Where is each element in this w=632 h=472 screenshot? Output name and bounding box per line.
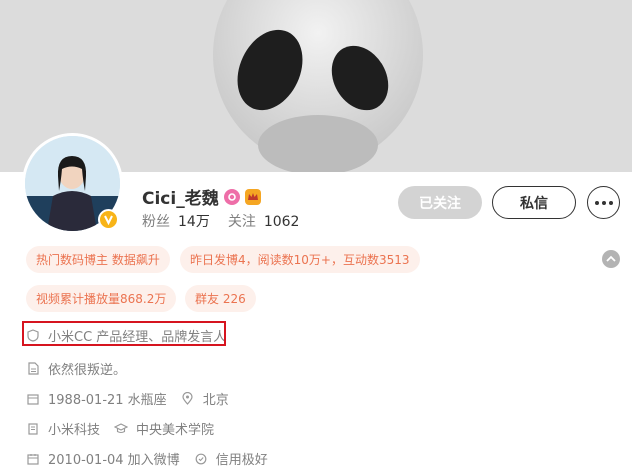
tag-video-plays[interactable]: 视频累计播放量868.2万: [26, 285, 177, 312]
company-text[interactable]: 小米科技: [48, 419, 100, 438]
fans-label[interactable]: 粉丝: [142, 211, 170, 231]
verified-badge-icon: [98, 209, 119, 230]
name-row: Cici_老魏: [142, 184, 261, 209]
profile-page: Cici_老魏 粉丝 14万 关注 1062 已关注 私信 热门数码博主 数据飙…: [0, 0, 632, 472]
join-credit-line: 2010-01-04 加入微博 信用极好: [26, 449, 268, 468]
tag-yesterday-stats[interactable]: 昨日发博4，阅读数10万+，互动数3513: [180, 246, 420, 273]
followed-button[interactable]: 已关注: [398, 186, 482, 219]
stats-row: 粉丝 14万 关注 1062: [142, 211, 309, 231]
tag-group-friends[interactable]: 群友 226: [185, 285, 256, 312]
credit-icon: [194, 452, 208, 466]
birthday-text: 1988-01-21 水瓶座: [48, 393, 167, 408]
profile-name: Cici_老魏: [142, 189, 219, 209]
message-button[interactable]: 私信: [492, 186, 576, 219]
member-badge-icon[interactable]: [223, 188, 240, 205]
following-value[interactable]: 1062: [264, 214, 300, 230]
join-date-text: 2010-01-04 加入微博: [48, 453, 180, 468]
school-text[interactable]: 中央美术学院: [136, 419, 214, 438]
location-pin-icon: [181, 392, 195, 406]
highlight-box: [22, 321, 226, 346]
calendar-icon: [26, 392, 40, 406]
bio-text: 依然很叛逆。: [48, 363, 127, 378]
graduation-cap-icon: [114, 422, 129, 436]
tag-hot-blogger[interactable]: 热门数码博主 数据飙升: [26, 246, 170, 273]
location-text: 北京: [202, 393, 229, 408]
document-icon: [26, 362, 40, 376]
credit-text[interactable]: 信用极好: [216, 449, 268, 468]
crown-badge-icon[interactable]: [244, 188, 261, 205]
bio-line: 依然很叛逆。: [26, 359, 126, 378]
building-icon: [26, 422, 40, 436]
birthday-line: 1988-01-21 水瓶座 北京: [26, 389, 229, 408]
collapse-chevron-up-icon[interactable]: [602, 250, 620, 268]
following-label[interactable]: 关注: [228, 211, 256, 231]
calendar-join-icon: [26, 452, 40, 466]
fans-value[interactable]: 14万: [178, 211, 210, 231]
work-edu-line: 小米科技 中央美术学院: [26, 419, 214, 438]
more-dots-icon[interactable]: [587, 186, 620, 219]
